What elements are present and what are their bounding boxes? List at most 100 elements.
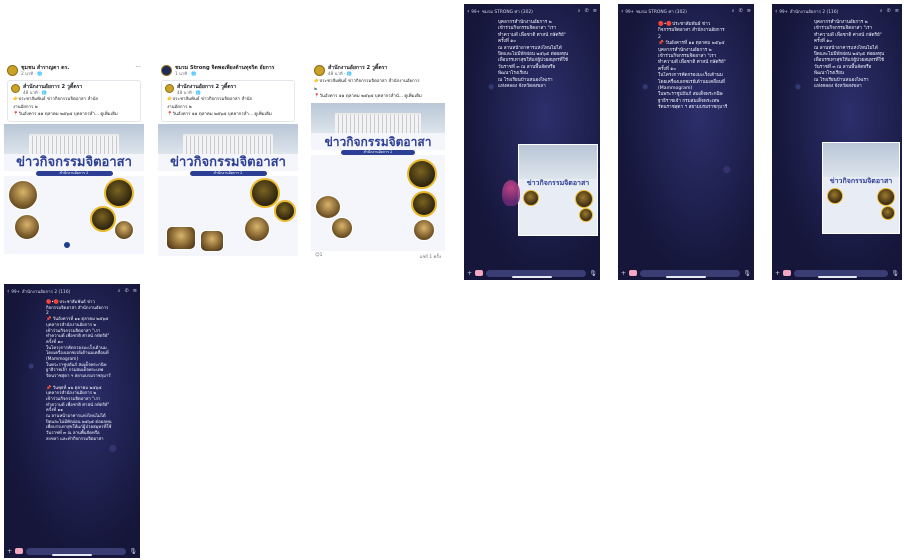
plus-icon[interactable]: + [467,270,472,277]
search-icon[interactable]: ⌕ [732,8,735,14]
sticker-icon[interactable] [783,270,792,276]
mermaid-sticker [502,180,520,206]
sticker-icon[interactable] [475,270,484,276]
post-text-line: 👉ประชาสัมพันธ์ ข่าวกิจกรรมจิตอาสา สำนัก [167,97,253,102]
post-time: 1 นาที · 🌐 [175,71,197,76]
activity-photo [407,158,437,189]
search-icon[interactable]: ⌕ [880,8,883,14]
phone-icon[interactable]: ✆ [739,8,743,14]
shared-avatar[interactable] [11,84,20,93]
share-count[interactable]: แชร์ 1 ครั้ง [420,253,441,260]
chat-title[interactable]: สำนักงานอัยการ 2 (116) [790,8,876,15]
avatar[interactable] [161,65,172,76]
menu-icon[interactable]: ≡ [747,8,751,14]
reaction-count[interactable]: 😊1 [315,253,322,260]
search-icon[interactable]: ⌕ [118,288,121,294]
shared-avatar[interactable] [165,84,174,93]
poster-title: ข่าวกิจกรรมจิตอาสา [4,153,144,171]
chat-title[interactable]: สำนักงานอัยการ 2 (116) [22,288,114,295]
image-title: ข่าวกิจกรรมจิตอาสา [829,177,893,186]
poster-body [4,175,144,254]
post-text-line[interactable]: 📍วันอังคาร ๑๑ ตุลาคม ๒๕๖๕ บุคลากรสำ... ด… [10,111,138,119]
fb-post-screenshot-1: ชุมชน สำราญตา ดร. 2 นาที · 🌐 ··· สำนักงา… [4,62,144,284]
post-poster-image[interactable]: ข่าวกิจกรรมจิตอาสา สำนักงานอัยการ 2 [4,123,144,254]
line-chat-screenshot-4: ‹ 99+ สำนักงานอัยการ 2 (116) ⌕ ✆ ≡ 🔴•🔴ปร… [4,284,140,558]
message-text[interactable]: บุคลากรสำนักงานอัยการ ๒ เข้าร่วมกิจกรรมจ… [498,20,598,90]
post-text-line: ๒ [314,86,317,92]
search-icon[interactable]: ⌕ [578,8,581,14]
home-indicator [511,276,553,278]
phone-icon[interactable]: ✆ [887,8,891,14]
plus-icon[interactable]: + [7,548,12,555]
mic-icon[interactable]: 🎙 [589,270,597,277]
back-icon[interactable]: ‹ [7,288,9,295]
chat-header: ‹ 99+ สำนักงานอัยการ 2 (116) ⌕ ✆ ≡ [772,4,902,18]
post-header: ชุมชน สำราญตา ดร. 2 นาที · 🌐 ··· [4,62,144,78]
avatar[interactable] [7,65,18,76]
menu-icon[interactable]: ≡ [593,8,597,14]
post-text-line: งานอัยการ ๒ [13,104,38,110]
menu-icon[interactable]: ≡ [895,8,899,14]
post-header: สำนักงานอัยการ 2 วูดี้ตรา 48 นาที · 🌐 [311,62,445,78]
home-indicator [51,554,93,556]
mic-icon[interactable]: 🎙 [129,548,137,555]
shared-header: สำนักงานอัยการ 2 วูดี้ตรา 48 นาที · 🌐 [164,83,292,96]
post-time: 2 นาที · 🌐 [21,71,43,76]
post-text-line: งานอัยการ ๒ [167,104,192,110]
activity-photo [14,213,40,240]
fb-post-screenshot-2: ชมรม Strong จิตพอเพียงต้านทุจริต อัยการ … [158,62,298,284]
avatar[interactable] [314,65,325,76]
message-text[interactable]: 🔴•🔴ประชาสัมพันธ์ ข่าว กิจกรรมจิตอาสา สำน… [46,300,138,443]
menu-icon[interactable]: ≡ [133,288,137,294]
chat-title[interactable]: ชมรม STRONG ศา (302) [636,8,728,15]
poster-body [158,175,298,256]
shared-post[interactable]: สำนักงานอัยการ 2 วูดี้ตรา 48 นาที · 🌐 👉ป… [161,80,295,122]
chat-header: ‹ 99+ ชมรม STRONG ศา (302) ⌕ ✆ ≡ [618,4,754,18]
poster-title: ข่าวกิจกรรมจิตอาสา [158,153,298,171]
chat-header: ‹ 99+ ชมรม STRONG ศา (302) ⌕ ✆ ≡ [464,4,600,18]
home-indicator [665,276,707,278]
post-footer: 😊1 แชร์ 1 ครั้ง [311,251,445,262]
back-icon[interactable]: ‹ [467,8,469,15]
plus-icon[interactable]: + [621,270,626,277]
unread-badge: 99+ [779,8,788,14]
shared-meta: สำนักงานอัยการ 2 วูดี้ตรา 48 นาที · 🌐 [23,84,82,95]
post-text-line[interactable]: 📍วันอังคาร ๑๑ ตุลาคม ๒๕๖๕ บุคลากรสำ... ด… [164,111,292,119]
mic-icon[interactable]: 🎙 [743,270,751,277]
message-image[interactable]: ข่าวกิจกรรมจิตอาสา [822,142,900,234]
line-chat-screenshot-1: ‹ 99+ ชมรม STRONG ศา (302) ⌕ ✆ ≡ บุคลากร… [464,4,600,280]
sticker-icon[interactable] [629,270,638,276]
activity-photo [166,225,196,250]
post-meta: สำนักงานอัยการ 2 วูดี้ตรา 48 นาที · 🌐 [328,65,387,76]
activity-photo [114,219,134,240]
mic-icon[interactable]: 🎙 [891,270,899,277]
message-text[interactable]: บุคลากรสำนักงานอัยการ ๒ เข้าร่วมกิจกรรมจ… [814,20,900,90]
poster-building-photo [311,102,445,133]
shared-header: สำนักงานอัยการ 2 วูดี้ตรา 48 นาที · 🌐 [10,83,138,96]
plus-icon[interactable]: + [775,270,780,277]
message-image[interactable]: ข่าวกิจกรรมจิตอาสา [518,144,598,236]
chat-title[interactable]: ชมรม STRONG ศา (302) [482,8,574,15]
unread-badge: 99+ [625,8,634,14]
post-poster-image[interactable]: ข่าวกิจกรรมจิตอาสา สำนักงานอัยการ 2 [158,123,298,256]
phone-icon[interactable]: ✆ [585,8,589,14]
post-text-line: 👉ประชาสัมพันธ์ ข่าวกิจกรรมจิตอาสา สำนัก [13,97,99,102]
back-icon[interactable]: ‹ [775,8,777,15]
shared-meta: สำนักงานอัยการ 2 วูดี้ตรา 48 นาที · 🌐 [177,84,236,95]
shared-time: 48 นาที · 🌐 [177,90,201,95]
phone-icon[interactable]: ✆ [125,288,129,294]
activity-photo [200,229,224,252]
activity-photo [411,190,437,217]
sticker-icon[interactable] [15,548,24,554]
message-text[interactable]: 🔴•🔴ประชาสัมพันธ์ ข่าว กิจกรรมจิตอาสา สำน… [658,22,752,112]
poster-building-photo [4,123,144,154]
more-icon[interactable]: ··· [135,65,141,71]
activity-photo [244,215,270,242]
shared-post[interactable]: สำนักงานอัยการ 2 วูดี้ตรา 48 นาที · 🌐 👉ป… [7,80,141,122]
back-icon[interactable]: ‹ [621,8,623,15]
activity-photo [90,205,116,232]
post-poster-image[interactable]: ข่าวกิจกรรมจิตอาสา สำนักงานอัยการ 2 [311,102,445,251]
logo-icon [64,241,70,248]
post-text-line[interactable]: 📍วันอังคาร ๑๑ ตุลาคม ๒๕๖๕ บุคลากรสำนั...… [311,93,445,101]
post-header: ชมรม Strong จิตพอเพียงต้านทุจริต อัยการ … [158,62,298,78]
